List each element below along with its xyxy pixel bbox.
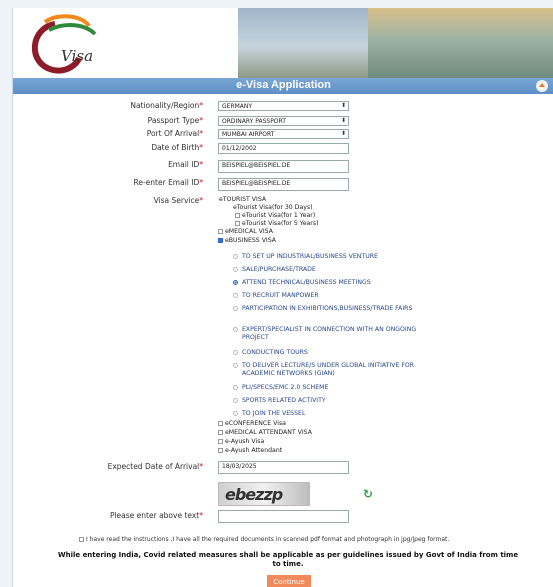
declaration-text: I have read the instructions ,I have all…	[86, 536, 450, 543]
nationality-select[interactable]: GERMANY	[218, 101, 349, 111]
email-label: Email ID*	[168, 160, 203, 169]
visa-service-label: Visa Service*	[153, 196, 203, 205]
declaration-checkbox[interactable]	[79, 537, 84, 542]
nationality-label: Nationality/Region*	[130, 101, 203, 110]
page-title: e-Visa Application	[236, 79, 331, 91]
evisa-logo: Visa	[31, 14, 97, 74]
eayush-attendant-checkbox[interactable]	[218, 448, 223, 453]
continue-button[interactable]: Continue	[267, 575, 311, 587]
port-of-arrival-label: Port Of Arrival*	[146, 129, 203, 138]
captcha-input[interactable]	[218, 510, 349, 523]
econference-label: eCONFERENCE Visa	[225, 420, 286, 427]
ebiz-option-label: SALE/PURCHASE/TRADE	[242, 266, 316, 273]
emedical-checkbox[interactable]	[218, 229, 223, 234]
header-banner: Visa	[13, 8, 553, 78]
ebiz-option-radio[interactable]	[233, 411, 238, 416]
ebiz-option-label: TO DELIVER LECTURE/S UNDER GLOBAL INITIA…	[242, 362, 415, 377]
ebiz-option-radio-selected[interactable]	[233, 280, 238, 285]
ebiz-option-radio[interactable]	[233, 293, 238, 298]
emedical-attendant-checkbox[interactable]	[218, 430, 223, 435]
ebiz-option-label: SPORTS RELATED ACTIVITY	[242, 397, 326, 404]
etourist-1y-checkbox[interactable]	[235, 213, 240, 218]
ebiz-option-label: CONDUCTING TOURS	[242, 349, 308, 356]
page-frame: Visa e-Visa Application Nationality/Regi…	[12, 8, 553, 587]
passport-type-select[interactable]: ORDINARY PASSPORT	[218, 116, 349, 126]
ebiz-option-label: ATTEND TECHNICAL/BUSINESS MEETINGS	[242, 279, 371, 286]
email-input[interactable]: BEISPIEL@BEISPIEL.DE	[218, 160, 349, 173]
eayush-checkbox[interactable]	[218, 439, 223, 444]
captcha-image: ebezzp	[218, 482, 310, 506]
parliament-image	[238, 8, 368, 78]
etourist-5y-checkbox[interactable]	[235, 221, 240, 226]
ebiz-option-radio[interactable]	[233, 306, 238, 311]
logo-text: Visa	[61, 47, 93, 65]
etourist-1y-option: eTourist Visa(for 1 Year)	[242, 212, 316, 219]
ebiz-option-radio[interactable]	[233, 398, 238, 403]
covid-notice: While entering India, Covid related meas…	[57, 551, 519, 568]
email-confirm-input[interactable]: BEISPIEL@BEISPIEL.DE	[218, 178, 349, 191]
title-bar: e-Visa Application	[13, 78, 553, 94]
eayush-attendant-label: e-Ayush Attendant	[225, 447, 283, 454]
captcha-label: Please enter above text*	[109, 511, 203, 520]
ebiz-option-radio[interactable]	[233, 254, 238, 259]
econference-checkbox[interactable]	[218, 421, 223, 426]
dob-input[interactable]: 01/12/2002	[218, 143, 349, 154]
ebiz-option-label: EXPERT/SPECIALIST IN CONNECTION WITH AN …	[242, 326, 417, 341]
passport-type-label: Passport Type*	[147, 116, 203, 125]
eayush-label: e-Ayush Visa	[225, 438, 265, 445]
ebiz-option-radio[interactable]	[233, 350, 238, 355]
etourist-5y-option: eTourist Visa(for 5 Years)	[242, 220, 319, 227]
ebiz-option-radio[interactable]	[233, 385, 238, 390]
ebiz-option-label: PARTICIPATION IN EXHIBITIONS,BUSINESS/TR…	[242, 305, 413, 312]
ebiz-option-radio[interactable]	[233, 327, 238, 332]
email-confirm-label: Re-enter Email ID*	[133, 178, 203, 187]
ebiz-option-label: TO JOIN THE VESSEL	[242, 410, 306, 417]
ebusiness-checkbox[interactable]	[218, 238, 223, 243]
refresh-captcha-icon[interactable]: ↻	[363, 487, 373, 501]
collapse-up-icon[interactable]	[536, 80, 548, 92]
ebiz-option-radio[interactable]	[233, 363, 238, 368]
houseboat-image	[368, 8, 553, 78]
port-of-arrival-select[interactable]: MUMBAI AIRPORT	[218, 129, 349, 139]
dob-label: Date of Birth*	[151, 143, 203, 152]
ebusiness-label: eBUSINESS VISA	[225, 237, 277, 244]
arrival-label: Expected Date of Arrival*	[107, 462, 203, 471]
emedical-attendant-label: eMEDICAL ATTENDANT VISA	[225, 429, 312, 436]
etourist-label: eTOURIST VISA	[219, 196, 267, 203]
etourist-30-option[interactable]: eTourist Visa(for 30 Days)	[233, 204, 313, 211]
ebiz-option-label: PLI/SPECS/EMC 2.0 SCHEME	[242, 384, 329, 391]
ebiz-option-radio[interactable]	[233, 267, 238, 272]
arrival-date-input[interactable]: 18/03/2025	[218, 461, 349, 474]
emedical-label: eMEDICAL VISA	[225, 228, 273, 235]
ebiz-option-label: TO SET UP INDUSTRIAL/BUSINESS VENTURE	[242, 253, 378, 260]
ebiz-option-label: TO RECRUIT MANPOWER	[242, 292, 319, 299]
